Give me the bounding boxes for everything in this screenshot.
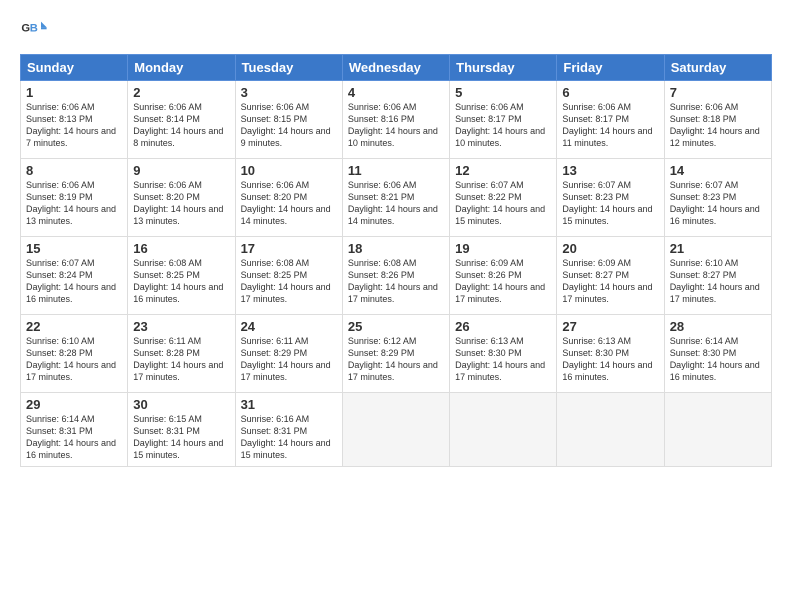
header-friday: Friday bbox=[557, 55, 664, 81]
table-row: 5 Sunrise: 6:06 AMSunset: 8:17 PMDayligh… bbox=[450, 81, 557, 159]
table-row: 2 Sunrise: 6:06 AMSunset: 8:14 PMDayligh… bbox=[128, 81, 235, 159]
header-thursday: Thursday bbox=[450, 55, 557, 81]
header-sunday: Sunday bbox=[21, 55, 128, 81]
svg-text:G: G bbox=[21, 22, 30, 34]
table-row: 7 Sunrise: 6:06 AMSunset: 8:18 PMDayligh… bbox=[664, 81, 771, 159]
table-row: 6 Sunrise: 6:06 AMSunset: 8:17 PMDayligh… bbox=[557, 81, 664, 159]
header: G B bbox=[20, 16, 772, 44]
page: G B Sunday Monday Tuesday Wednesday Thur… bbox=[0, 0, 792, 612]
logo-icon: G B bbox=[20, 16, 48, 44]
table-row: 17 Sunrise: 6:08 AMSunset: 8:25 PMDaylig… bbox=[235, 237, 342, 315]
table-row: 31 Sunrise: 6:16 AMSunset: 8:31 PMDaylig… bbox=[235, 393, 342, 467]
table-row: 29 Sunrise: 6:14 AMSunset: 8:31 PMDaylig… bbox=[21, 393, 128, 467]
table-row: 10 Sunrise: 6:06 AMSunset: 8:20 PMDaylig… bbox=[235, 159, 342, 237]
table-row: 9 Sunrise: 6:06 AMSunset: 8:20 PMDayligh… bbox=[128, 159, 235, 237]
table-row: 13 Sunrise: 6:07 AMSunset: 8:23 PMDaylig… bbox=[557, 159, 664, 237]
calendar: Sunday Monday Tuesday Wednesday Thursday… bbox=[20, 54, 772, 467]
table-row: 11 Sunrise: 6:06 AMSunset: 8:21 PMDaylig… bbox=[342, 159, 449, 237]
week-row-5: 29 Sunrise: 6:14 AMSunset: 8:31 PMDaylig… bbox=[21, 393, 772, 467]
table-row: 22 Sunrise: 6:10 AMSunset: 8:28 PMDaylig… bbox=[21, 315, 128, 393]
table-row: 30 Sunrise: 6:15 AMSunset: 8:31 PMDaylig… bbox=[128, 393, 235, 467]
table-row: 18 Sunrise: 6:08 AMSunset: 8:26 PMDaylig… bbox=[342, 237, 449, 315]
table-row: 28 Sunrise: 6:14 AMSunset: 8:30 PMDaylig… bbox=[664, 315, 771, 393]
header-saturday: Saturday bbox=[664, 55, 771, 81]
table-row: 8 Sunrise: 6:06 AMSunset: 8:19 PMDayligh… bbox=[21, 159, 128, 237]
table-row: 20 Sunrise: 6:09 AMSunset: 8:27 PMDaylig… bbox=[557, 237, 664, 315]
table-row: 19 Sunrise: 6:09 AMSunset: 8:26 PMDaylig… bbox=[450, 237, 557, 315]
table-row: 14 Sunrise: 6:07 AMSunset: 8:23 PMDaylig… bbox=[664, 159, 771, 237]
week-row-1: 1 Sunrise: 6:06 AMSunset: 8:13 PMDayligh… bbox=[21, 81, 772, 159]
weekday-header-row: Sunday Monday Tuesday Wednesday Thursday… bbox=[21, 55, 772, 81]
table-row: 27 Sunrise: 6:13 AMSunset: 8:30 PMDaylig… bbox=[557, 315, 664, 393]
header-wednesday: Wednesday bbox=[342, 55, 449, 81]
table-row: 1 Sunrise: 6:06 AMSunset: 8:13 PMDayligh… bbox=[21, 81, 128, 159]
week-row-3: 15 Sunrise: 6:07 AMSunset: 8:24 PMDaylig… bbox=[21, 237, 772, 315]
table-row: 24 Sunrise: 6:11 AMSunset: 8:29 PMDaylig… bbox=[235, 315, 342, 393]
table-row: 25 Sunrise: 6:12 AMSunset: 8:29 PMDaylig… bbox=[342, 315, 449, 393]
header-monday: Monday bbox=[128, 55, 235, 81]
table-row: 16 Sunrise: 6:08 AMSunset: 8:25 PMDaylig… bbox=[128, 237, 235, 315]
table-row: 12 Sunrise: 6:07 AMSunset: 8:22 PMDaylig… bbox=[450, 159, 557, 237]
table-row: 4 Sunrise: 6:06 AMSunset: 8:16 PMDayligh… bbox=[342, 81, 449, 159]
table-row: 26 Sunrise: 6:13 AMSunset: 8:30 PMDaylig… bbox=[450, 315, 557, 393]
empty-cell bbox=[450, 393, 557, 467]
week-row-2: 8 Sunrise: 6:06 AMSunset: 8:19 PMDayligh… bbox=[21, 159, 772, 237]
table-row: 21 Sunrise: 6:10 AMSunset: 8:27 PMDaylig… bbox=[664, 237, 771, 315]
week-row-4: 22 Sunrise: 6:10 AMSunset: 8:28 PMDaylig… bbox=[21, 315, 772, 393]
table-row: 15 Sunrise: 6:07 AMSunset: 8:24 PMDaylig… bbox=[21, 237, 128, 315]
table-row: 23 Sunrise: 6:11 AMSunset: 8:28 PMDaylig… bbox=[128, 315, 235, 393]
empty-cell bbox=[664, 393, 771, 467]
svg-text:B: B bbox=[30, 22, 38, 34]
header-tuesday: Tuesday bbox=[235, 55, 342, 81]
empty-cell bbox=[342, 393, 449, 467]
table-row: 3 Sunrise: 6:06 AMSunset: 8:15 PMDayligh… bbox=[235, 81, 342, 159]
logo: G B bbox=[20, 16, 52, 44]
empty-cell bbox=[557, 393, 664, 467]
